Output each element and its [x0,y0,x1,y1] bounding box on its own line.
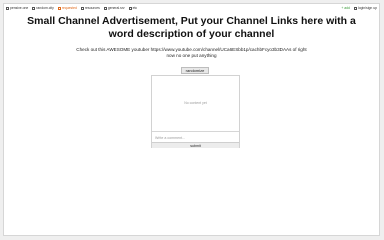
nav-item-label: pensive.one [10,6,29,10]
nav-item-pensive[interactable]: pensive.one [6,4,28,12]
nav-item-general[interactable]: general.srv [103,4,125,12]
page-container: pensive.one random.city requested resour… [3,3,380,236]
login-link[interactable]: login/sign up [353,4,377,12]
comment-box: No content yet Write a comment... submit [151,75,240,148]
nav-item-requested[interactable]: requested [57,4,77,12]
page-icon [128,6,132,10]
randomize-button[interactable]: randomize [181,67,209,74]
nav-item-etc[interactable]: etc [128,4,138,12]
nav-right: + add login/sign up [341,4,377,12]
page-icon [32,6,36,10]
top-nav-bar: pensive.one random.city requested resour… [4,4,379,12]
nav-item-label: resources [84,6,100,10]
empty-state-text: No content yet [184,101,207,105]
page-title: Small Channel Advertisement, Put your Ch… [27,15,356,40]
nav-item-label: general.srv [107,6,125,10]
page-icon [353,6,357,10]
nav-item-label: random.city [36,6,54,10]
page-icon [57,6,61,10]
nav-item-resources[interactable]: resources [80,4,100,12]
nav-left: pensive.one random.city requested resour… [6,4,137,12]
page-icon [103,6,107,10]
nav-item-label: requested [61,6,77,10]
nav-item-label: etc [132,6,138,10]
post-description: Check out this AWESOME youtuber https://… [76,47,307,58]
page-icon [6,6,9,10]
add-button[interactable]: + add [341,4,350,12]
page-icon [80,6,84,10]
login-label: login/sign up [357,6,377,10]
nav-item-random-city[interactable]: random.city [32,4,54,12]
submit-button[interactable]: submit [152,141,239,148]
